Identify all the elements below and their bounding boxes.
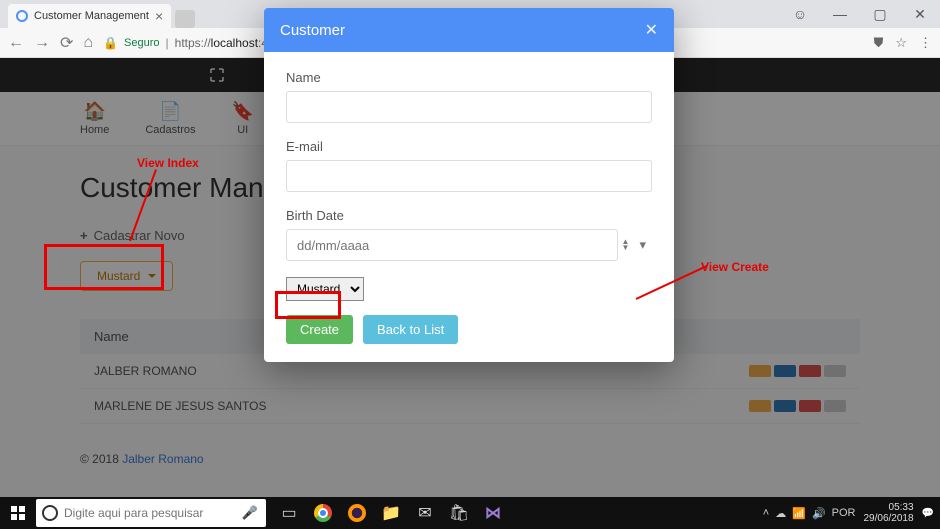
back-to-list-button[interactable]: Back to List	[363, 315, 458, 344]
email-field[interactable]	[286, 160, 652, 192]
store-icon[interactable]: 🛍	[442, 497, 476, 529]
minimize-icon[interactable]: —	[820, 0, 860, 28]
windows-taskbar: 🎤 ▭ 📁 ✉ 🛍 ⋈ ˄ ☁ 📶 🔊 POR 05:33 29/06/2018…	[0, 497, 940, 529]
customer-modal: Customer ✕ Name E-mail Birth Date ▲▼ ▾ M…	[264, 8, 674, 362]
close-icon[interactable]: ✕	[645, 20, 658, 40]
mail-icon[interactable]: ✉	[408, 497, 442, 529]
tray-icons[interactable]: ˄ ☁ 📶 🔊 POR	[763, 507, 856, 520]
mic-icon[interactable]: 🎤	[234, 505, 266, 521]
chevron-up-icon: ˄	[763, 507, 769, 520]
chevron-down-icon[interactable]: ▾	[633, 237, 652, 253]
maximize-icon[interactable]: ▢	[860, 0, 900, 28]
firefox-icon[interactable]	[340, 497, 374, 529]
tab-title: Customer Management	[34, 10, 149, 22]
volume-icon: 🔊	[812, 507, 826, 520]
task-view-icon[interactable]: ▭	[272, 497, 306, 529]
menu-icon[interactable]: ⋮	[919, 35, 932, 51]
secure-label: Seguro	[124, 37, 159, 49]
taskbar-clock[interactable]: 05:33 29/06/2018	[863, 502, 913, 524]
name-label: Name	[286, 70, 652, 85]
browser-tab[interactable]: Customer Management ×	[8, 4, 171, 28]
birth-date-field[interactable]	[286, 229, 618, 261]
close-window-icon[interactable]: ✕	[900, 0, 940, 28]
explorer-icon[interactable]: 📁	[374, 497, 408, 529]
vs-icon[interactable]: ⋈	[476, 497, 510, 529]
lock-icon: 🔒	[103, 36, 118, 50]
star-icon[interactable]: ☆	[895, 35, 907, 51]
mustard-select[interactable]: Mustard	[286, 277, 364, 301]
forward-icon[interactable]: →	[34, 34, 50, 52]
notifications-icon[interactable]: 💬	[922, 508, 934, 519]
create-button[interactable]: Create	[286, 315, 353, 344]
name-field[interactable]	[286, 91, 652, 123]
onedrive-icon: ☁	[775, 507, 786, 520]
taskbar-search[interactable]: 🎤	[36, 499, 266, 527]
reload-icon[interactable]: ⟳	[60, 33, 73, 53]
extension-icon[interactable]: ⛊	[874, 35, 884, 51]
search-input[interactable]	[64, 506, 234, 520]
new-tab-button[interactable]	[175, 10, 195, 28]
window-controls: ☺ — ▢ ✕	[780, 0, 940, 28]
tab-favicon	[16, 10, 28, 22]
date-spinner[interactable]: ▲▼	[618, 239, 634, 251]
start-button[interactable]	[0, 506, 36, 520]
cortana-icon	[36, 505, 64, 521]
language-indicator: POR	[832, 507, 856, 520]
home-icon[interactable]: ⌂	[83, 34, 93, 52]
birth-label: Birth Date	[286, 208, 652, 223]
user-icon[interactable]: ☺	[780, 0, 820, 28]
modal-title: Customer	[280, 22, 345, 39]
close-icon[interactable]: ×	[155, 8, 163, 24]
email-label: E-mail	[286, 139, 652, 154]
back-icon[interactable]: ←	[8, 34, 24, 52]
chrome-icon[interactable]	[306, 497, 340, 529]
wifi-icon: 📶	[792, 507, 806, 520]
